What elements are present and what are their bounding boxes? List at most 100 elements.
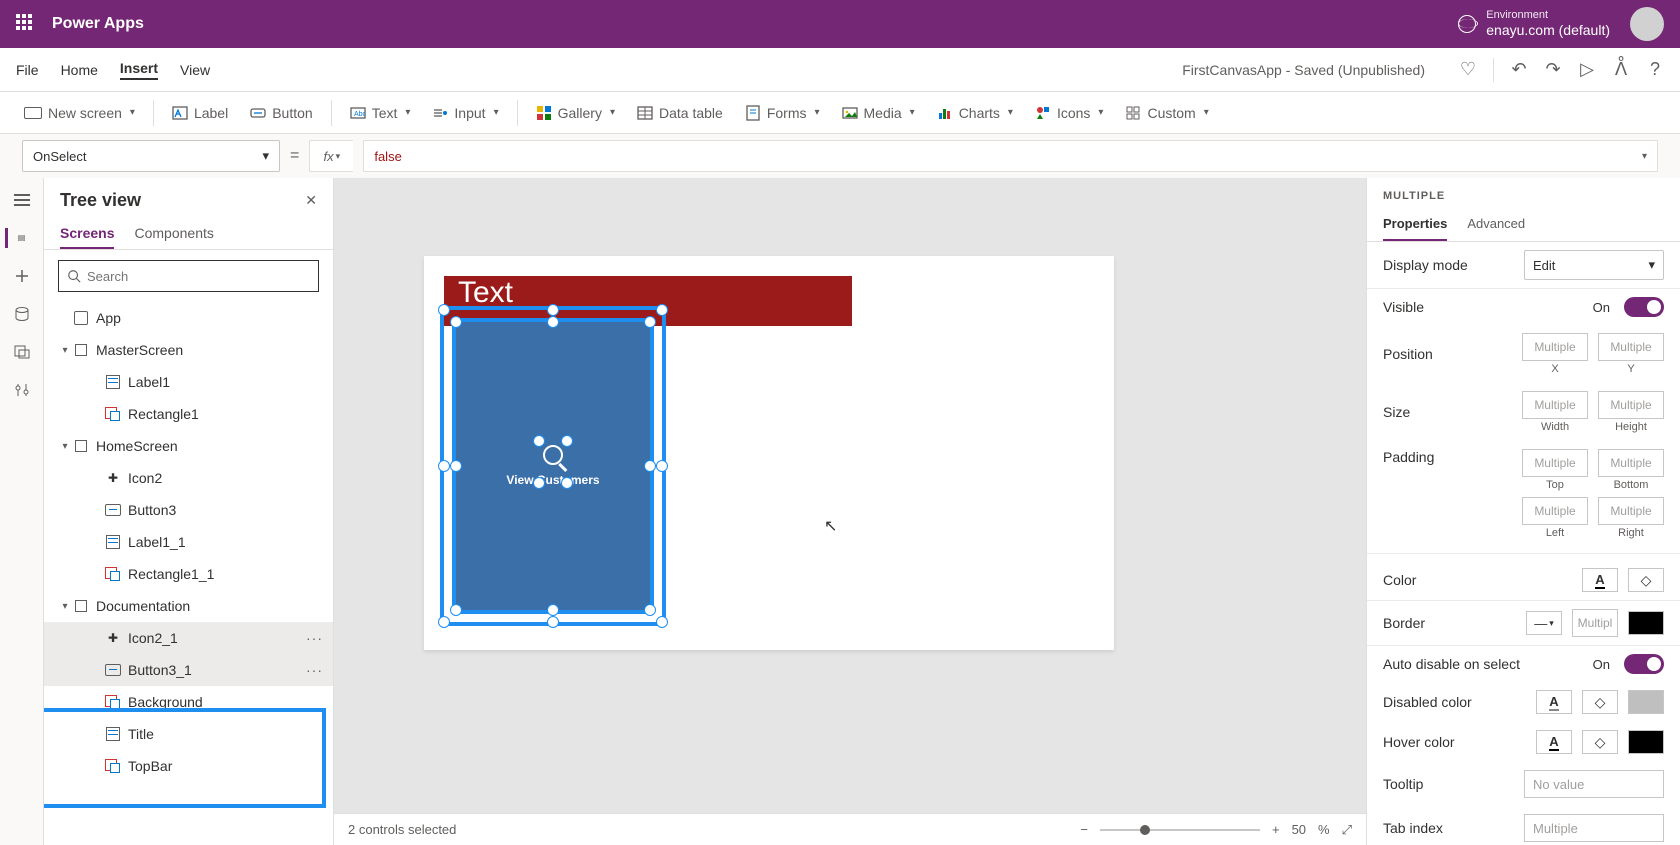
tree-node-title[interactable]: Title — [44, 718, 333, 750]
app-checker-icon[interactable]: ♡ — [1459, 61, 1477, 79]
tree-node-icon2-1[interactable]: ✚Icon2_1··· — [44, 622, 333, 654]
user-avatar[interactable] — [1630, 7, 1664, 41]
tree-node-label1-1[interactable]: Label1_1 — [44, 526, 333, 558]
tree-node-rectangle1[interactable]: Rectangle1 — [44, 398, 333, 430]
insert-custom-dropdown[interactable]: Custom▾ — [1117, 101, 1216, 125]
prop-tooltip: Tooltip — [1383, 776, 1514, 792]
visible-toggle[interactable] — [1624, 297, 1664, 317]
auto-disable-toggle[interactable] — [1624, 654, 1664, 674]
prop-position: Position — [1383, 346, 1512, 362]
tab-properties[interactable]: Properties — [1383, 208, 1447, 241]
selection-inner-button[interactable]: View Customers — [452, 318, 654, 614]
insert-charts-dropdown[interactable]: Charts▾ — [929, 101, 1021, 125]
undo-icon[interactable]: ↶ — [1510, 61, 1528, 79]
insert-input-dropdown[interactable]: Input▾ — [424, 101, 506, 125]
fill-color-button[interactable]: ◇ — [1628, 568, 1664, 592]
media-rail-icon[interactable] — [12, 342, 32, 362]
share-icon[interactable]: ᐰ — [1612, 61, 1630, 79]
menu-view[interactable]: View — [180, 62, 210, 78]
globe-icon — [1458, 15, 1476, 33]
disabled-border-color[interactable] — [1628, 690, 1664, 714]
disabled-fill-color[interactable]: ◇ — [1582, 690, 1618, 714]
border-width-input[interactable]: Multipl — [1572, 609, 1618, 637]
hover-fill-color[interactable]: ◇ — [1582, 730, 1618, 754]
menu-insert[interactable]: Insert — [120, 60, 158, 80]
zoom-out-icon[interactable]: − — [1080, 822, 1088, 837]
tab-advanced[interactable]: Advanced — [1467, 208, 1525, 241]
menu-file[interactable]: File — [16, 62, 39, 78]
expand-formula-icon[interactable]: ▾ — [1642, 151, 1647, 162]
property-selector[interactable]: OnSelect ▾ — [22, 140, 280, 172]
props-panel-title: MULTIPLE — [1367, 178, 1680, 208]
insert-media-dropdown[interactable]: Media▾ — [834, 101, 923, 125]
new-screen-button[interactable]: New screen▾ — [16, 101, 143, 125]
insert-button-button[interactable]: Button — [242, 101, 320, 125]
insert-forms-dropdown[interactable]: Forms▾ — [737, 101, 828, 125]
tree-search[interactable] — [58, 260, 319, 292]
canvas-area: Text View Customers — [334, 178, 1366, 845]
data-rail-icon[interactable] — [12, 304, 32, 324]
menu-bar: File Home Insert View FirstCanvasApp - S… — [0, 48, 1680, 92]
tooltip-input[interactable]: No value — [1524, 770, 1664, 798]
selection-outer[interactable]: View Customers — [440, 306, 666, 626]
app-launcher-icon[interactable] — [16, 14, 36, 34]
size-width-input[interactable]: Multiple — [1522, 391, 1588, 419]
more-icon[interactable]: ··· — [306, 630, 323, 646]
position-y-input[interactable]: Multiple — [1598, 333, 1664, 361]
help-icon[interactable]: ? — [1646, 61, 1664, 79]
environment-selector[interactable]: Environment enayu.com (default) — [1458, 9, 1610, 39]
insert-gallery-dropdown[interactable]: Gallery▾ — [528, 101, 623, 125]
tree-view-icon[interactable] — [5, 228, 25, 248]
padding-left-input[interactable]: Multiple — [1522, 497, 1588, 525]
insert-label-button[interactable]: Label — [164, 101, 236, 125]
zoom-in-icon[interactable]: + — [1272, 822, 1280, 837]
hover-font-color[interactable]: A — [1536, 730, 1572, 754]
tree-node-background[interactable]: Background — [44, 686, 333, 718]
tree-node-homescreen[interactable]: ▾HomeScreen — [44, 430, 333, 462]
display-mode-select[interactable]: Edit▾ — [1524, 250, 1664, 280]
environment-name: enayu.com (default) — [1486, 22, 1610, 39]
insert-icons-dropdown[interactable]: Icons▾ — [1027, 101, 1112, 125]
fx-button[interactable]: fx▾ — [309, 140, 353, 172]
padding-top-input[interactable]: Multiple — [1522, 449, 1588, 477]
fit-screen-icon[interactable]: ⤢ — [1342, 822, 1352, 838]
status-bar: 2 controls selected − + 50 % ⤢ — [334, 813, 1366, 845]
chevron-down-icon: ▾ — [262, 148, 269, 164]
zoom-slider[interactable] — [1100, 829, 1260, 831]
insert-text-dropdown[interactable]: AbcText▾ — [342, 101, 419, 125]
close-icon[interactable]: ✕ — [305, 192, 317, 209]
tree-node-label1[interactable]: Label1 — [44, 366, 333, 398]
design-canvas[interactable]: Text View Customers — [424, 256, 1114, 650]
hover-border-color[interactable] — [1628, 730, 1664, 754]
tree-node-button3-1[interactable]: Button3_1··· — [44, 654, 333, 686]
redo-icon[interactable]: ↷ — [1544, 61, 1562, 79]
advanced-tools-icon[interactable] — [12, 380, 32, 400]
font-color-button[interactable]: A — [1582, 568, 1618, 592]
disabled-font-color[interactable]: A — [1536, 690, 1572, 714]
tree-node-topbar[interactable]: TopBar — [44, 750, 333, 782]
border-color-button[interactable] — [1628, 611, 1664, 635]
padding-right-input[interactable]: Multiple — [1598, 497, 1664, 525]
tab-screens[interactable]: Screens — [60, 219, 114, 249]
more-icon[interactable]: ··· — [306, 662, 323, 678]
menu-home[interactable]: Home — [61, 62, 98, 78]
position-x-input[interactable]: Multiple — [1522, 333, 1588, 361]
tree-node-documentation[interactable]: ▾Documentation — [44, 590, 333, 622]
tree-node-rectangle1-1[interactable]: Rectangle1_1 — [44, 558, 333, 590]
tree-node-icon2[interactable]: ✚Icon2 — [44, 462, 333, 494]
insert-datatable-button[interactable]: Data table — [629, 101, 731, 125]
tree-node-app[interactable]: App — [44, 302, 333, 334]
tab-components[interactable]: Components — [134, 219, 213, 249]
border-style-select[interactable]: —▾ — [1526, 611, 1562, 635]
formula-input[interactable]: false ▾ — [363, 140, 1658, 172]
size-height-input[interactable]: Multiple — [1598, 391, 1664, 419]
play-icon[interactable]: ▷ — [1578, 61, 1596, 79]
tree-node-button3[interactable]: Button3 — [44, 494, 333, 526]
padding-bottom-input[interactable]: Multiple — [1598, 449, 1664, 477]
hamburger-icon[interactable] — [12, 190, 32, 210]
search-input[interactable] — [87, 269, 310, 284]
tree-node-masterscreen[interactable]: ▾MasterScreen — [44, 334, 333, 366]
prop-visible: Visible — [1383, 299, 1583, 315]
tab-index-input[interactable]: Multiple — [1524, 814, 1664, 842]
insert-rail-icon[interactable] — [12, 266, 32, 286]
